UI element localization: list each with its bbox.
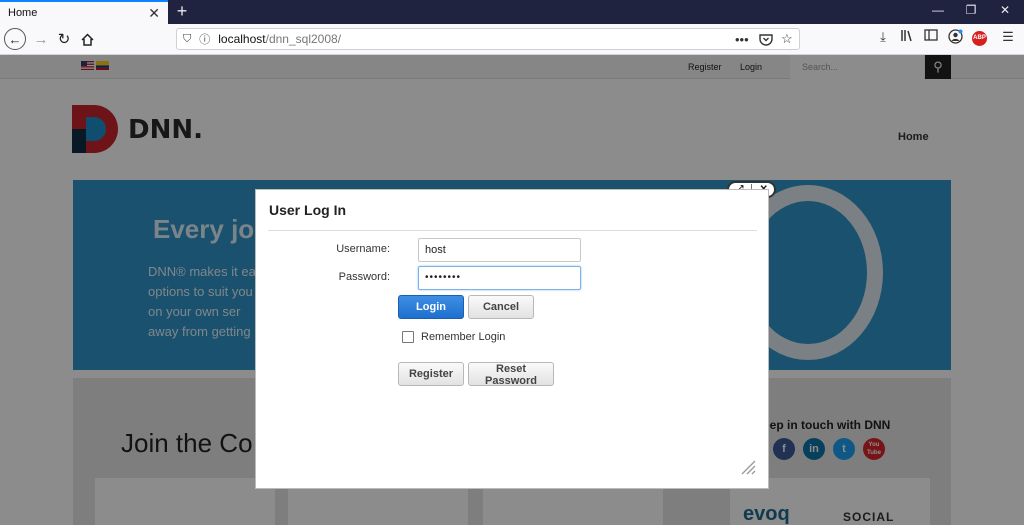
reload-icon: ↻ bbox=[57, 31, 71, 48]
new-tab-button[interactable]: + bbox=[172, 1, 192, 22]
password-input[interactable]: •••••••• bbox=[418, 266, 581, 290]
login-dialog: User Log In Username: Password: ••••••••… bbox=[255, 189, 769, 489]
tab-home[interactable]: Home ✕ bbox=[0, 0, 168, 24]
register-button[interactable]: Register bbox=[398, 362, 464, 386]
username-input[interactable] bbox=[418, 238, 581, 262]
adblock-icon[interactable]: ABP bbox=[972, 31, 987, 46]
forward-button[interactable]: → bbox=[30, 28, 52, 50]
info-icon[interactable]: ⓘ bbox=[199, 31, 210, 47]
tab-title: Home bbox=[8, 7, 38, 19]
password-label: Password: bbox=[338, 271, 390, 283]
resize-handle-icon[interactable] bbox=[738, 457, 756, 475]
url-path: /dnn_sql2008/ bbox=[265, 32, 342, 46]
arrow-left-icon: ← bbox=[8, 31, 22, 47]
login-button[interactable]: Login bbox=[398, 295, 464, 319]
remember-login-checkbox[interactable] bbox=[402, 331, 414, 343]
shield-icon[interactable]: ⛉ bbox=[183, 33, 191, 46]
browser-toolbar: ← → ↻ ⛉ ⓘ localhost/dnn_sql2008/ ••• ☆ ⤓… bbox=[0, 24, 1024, 55]
download-icon[interactable]: ⤓ bbox=[875, 29, 891, 45]
arrow-right-icon: → bbox=[33, 30, 49, 48]
bookmark-star-icon[interactable]: ☆ bbox=[781, 29, 793, 49]
page-actions-icon[interactable]: ••• bbox=[735, 29, 749, 49]
dialog-title: User Log In bbox=[269, 202, 347, 218]
minimize-icon[interactable]: — bbox=[928, 3, 948, 17]
restore-icon[interactable]: ❐ bbox=[961, 3, 981, 17]
url-host: localhost bbox=[218, 32, 266, 46]
url-bar[interactable]: ⛉ ⓘ localhost/dnn_sql2008/ ••• ☆ bbox=[176, 28, 800, 50]
sidebar-icon[interactable] bbox=[923, 29, 939, 45]
library-icon[interactable] bbox=[899, 29, 915, 45]
home-icon bbox=[80, 32, 94, 46]
tab-close-icon[interactable]: ✕ bbox=[148, 5, 160, 22]
cancel-button[interactable]: Cancel bbox=[468, 295, 534, 319]
home-button[interactable] bbox=[76, 28, 98, 50]
reset-password-button[interactable]: Reset Password bbox=[468, 362, 554, 387]
title-divider bbox=[268, 230, 757, 231]
reload-button[interactable]: ↻ bbox=[53, 28, 75, 50]
browser-tabstrip: Home ✕ + — ❐ ✕ bbox=[0, 0, 1024, 24]
menu-icon[interactable]: ☰ bbox=[1000, 29, 1016, 45]
window-close-icon[interactable]: ✕ bbox=[995, 3, 1015, 17]
remember-login-label[interactable]: Remember Login bbox=[421, 331, 505, 343]
back-button[interactable]: ← bbox=[4, 28, 26, 50]
username-label: Username: bbox=[336, 243, 390, 255]
pocket-icon[interactable] bbox=[759, 29, 773, 49]
account-icon[interactable] bbox=[947, 29, 963, 45]
